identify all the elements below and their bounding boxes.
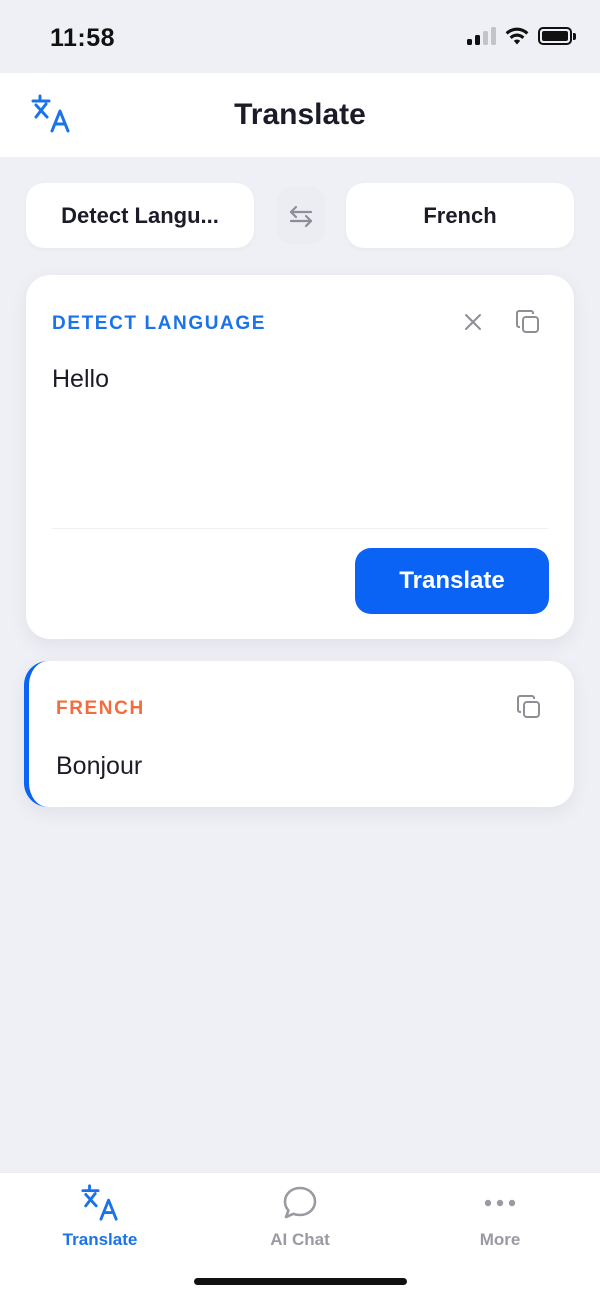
battery-icon bbox=[538, 27, 576, 45]
target-language-button[interactable]: French bbox=[346, 183, 574, 248]
source-language-label: DETECT LANGUAGE bbox=[52, 313, 266, 334]
status-bar: 11:58 bbox=[0, 0, 600, 73]
status-time: 11:58 bbox=[50, 24, 116, 52]
tab-translate[interactable]: Translate bbox=[0, 1183, 200, 1253]
copy-input-button[interactable] bbox=[514, 308, 542, 336]
source-language-button[interactable]: Detect Langu... bbox=[26, 183, 254, 248]
copy-icon bbox=[517, 695, 540, 718]
chat-bubble-icon bbox=[283, 1186, 317, 1219]
input-card: DETECT LANGUAGE Hello Translate bbox=[26, 275, 574, 639]
card-divider bbox=[52, 528, 548, 529]
clear-button[interactable] bbox=[460, 309, 486, 335]
translate-screen: 11:58 Translate Detect Langu... French D… bbox=[0, 0, 600, 1299]
swap-arrows-icon bbox=[289, 205, 313, 227]
target-language-label: FRENCH bbox=[56, 698, 145, 719]
status-icons bbox=[467, 27, 576, 45]
output-card: FRENCH Bonjour bbox=[24, 661, 574, 807]
tab-translate-label: Translate bbox=[62, 1230, 138, 1249]
close-icon bbox=[465, 314, 481, 330]
home-indicator bbox=[194, 1278, 407, 1285]
copy-icon bbox=[516, 310, 539, 333]
language-selector: Detect Langu... French bbox=[26, 183, 574, 248]
tab-ai-chat[interactable]: AI Chat bbox=[200, 1183, 400, 1253]
swap-languages-button[interactable] bbox=[277, 187, 325, 244]
more-dots-icon bbox=[484, 1199, 516, 1207]
tab-ai-chat-label: AI Chat bbox=[270, 1230, 330, 1249]
translated-text: Bonjour bbox=[56, 752, 143, 780]
page-title: Translate bbox=[234, 98, 366, 131]
wifi-icon bbox=[505, 27, 529, 45]
tab-more-label: More bbox=[479, 1230, 521, 1249]
source-text-input[interactable]: Hello bbox=[52, 365, 109, 394]
nav-bar: Translate bbox=[0, 73, 600, 157]
cellular-signal-icon bbox=[467, 27, 496, 45]
copy-output-button[interactable] bbox=[515, 693, 543, 721]
translate-button[interactable]: Translate bbox=[355, 548, 549, 614]
translate-icon bbox=[81, 1184, 118, 1221]
tab-more[interactable]: More bbox=[400, 1183, 600, 1253]
